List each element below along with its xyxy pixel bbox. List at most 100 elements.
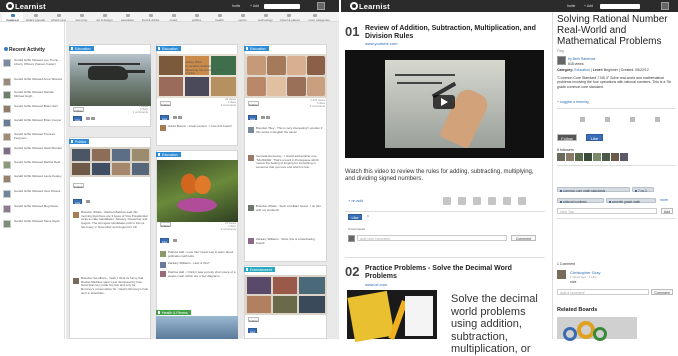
add-tag-button[interactable]: Add <box>661 208 673 214</box>
author-avatar[interactable] <box>557 56 566 65</box>
avatar[interactable] <box>611 153 619 161</box>
avatar[interactable] <box>593 153 601 161</box>
activity-item[interactable]: Gerald Griffe followed Vera Olivera <box>3 189 63 205</box>
search-input[interactable] <box>600 3 640 9</box>
tag-pill[interactable]: seventh grade math <box>606 198 656 204</box>
add-link[interactable]: + Add <box>250 4 259 8</box>
learnist-logo[interactable]: Learnist <box>6 2 46 11</box>
item-title[interactable]: Review of Addition, Subtraction, Multipl… <box>365 25 545 41</box>
follow-button[interactable]: Follow <box>160 222 171 228</box>
category-sports[interactable]: sports <box>232 13 253 22</box>
category-more[interactable]: more categories <box>304 13 334 22</box>
comment-input[interactable]: Add a comment <box>557 289 649 295</box>
facebook-icon[interactable] <box>178 115 182 119</box>
category-new[interactable]: what's new <box>48 13 69 22</box>
category-popular[interactable]: what's popular <box>25 13 46 22</box>
tag-pill[interactable]: common core math standards <box>557 187 630 193</box>
twitter-icon[interactable] <box>173 238 177 242</box>
category-politics[interactable]: politics <box>186 13 207 22</box>
category-tag[interactable]: Education <box>156 46 181 51</box>
facebook-icon[interactable] <box>91 116 95 120</box>
related-board-image[interactable] <box>557 317 637 341</box>
flag-link[interactable]: Flag <box>557 49 564 53</box>
invite-link[interactable]: Invite <box>567 4 575 8</box>
board-image[interactable] <box>157 160 238 222</box>
category-art-design[interactable]: art & design <box>94 13 115 22</box>
avatar[interactable] <box>566 153 574 161</box>
activity-item[interactable]: Gerald Griffe followed Steve Alyah <box>3 219 63 235</box>
invite-link[interactable]: Invite <box>232 4 240 8</box>
category-tag[interactable]: Health & Fitness <box>156 310 191 315</box>
google-plus-icon[interactable] <box>488 197 496 205</box>
comment-button[interactable]: Comment <box>651 289 673 295</box>
category-music[interactable]: music <box>163 13 184 22</box>
learnist-logo[interactable]: Learnist <box>350 2 390 11</box>
follow-button[interactable]: Follow <box>73 107 84 113</box>
follow-button[interactable]: Follow <box>160 101 171 107</box>
follow-button[interactable]: Follow <box>557 134 577 141</box>
item-source-link[interactable]: www.youtube.com <box>365 41 397 46</box>
category-technology[interactable]: technology <box>255 13 276 22</box>
avatar[interactable] <box>620 153 628 161</box>
avatar[interactable] <box>575 153 583 161</box>
twitter-icon[interactable] <box>261 115 265 119</box>
board-image-collage[interactable] <box>70 147 151 177</box>
comment-button[interactable]: Comment <box>511 235 536 241</box>
twitter-icon[interactable] <box>458 197 466 205</box>
search-input[interactable] <box>264 3 300 9</box>
link-icon[interactable] <box>503 197 511 205</box>
category-travel[interactable]: travel & places <box>278 13 302 22</box>
category-featured[interactable]: Featured <box>2 13 23 22</box>
like-button[interactable]: Like <box>73 116 82 122</box>
activity-item[interactable]: Gerald Griffe followed Lee Trump - Liber… <box>3 58 63 74</box>
board-card[interactable] <box>69 137 151 339</box>
category-tag[interactable]: Education <box>156 152 181 157</box>
board-image-collage[interactable] <box>245 54 327 98</box>
new-tag-input[interactable]: New Tag <box>557 208 657 214</box>
like-button[interactable]: Like <box>248 115 257 121</box>
item-image[interactable] <box>347 290 437 343</box>
twitter-icon[interactable] <box>173 115 177 119</box>
avatar[interactable] <box>584 153 592 161</box>
twitter-icon[interactable] <box>86 116 90 120</box>
comment-input[interactable]: Add your comment! <box>357 235 507 241</box>
like-button[interactable]: Like <box>160 238 169 244</box>
more-tags-link[interactable]: more <box>660 198 668 202</box>
facebook-icon[interactable] <box>266 115 270 119</box>
suggest-link[interactable]: + suggest a learning <box>557 100 589 104</box>
user-avatar[interactable] <box>317 2 325 10</box>
like-button[interactable]: Like <box>348 214 362 220</box>
avatar[interactable] <box>557 153 565 161</box>
category-food[interactable]: food & drinks <box>140 13 161 22</box>
follow-button[interactable]: Follow <box>248 101 259 107</box>
tag-pill[interactable]: rational numbers <box>557 198 604 204</box>
category-test-prep[interactable]: test prep <box>71 13 92 22</box>
category-health[interactable]: health <box>209 13 230 22</box>
like-button[interactable]: Like <box>73 199 82 205</box>
play-button[interactable] <box>433 95 455 109</box>
activity-item[interactable]: Gerald Griffe followed Meg Rowe <box>3 204 63 220</box>
like-button[interactable]: Like <box>586 134 603 141</box>
category-tag[interactable]: Education <box>244 46 269 51</box>
twitter-icon[interactable] <box>605 117 610 122</box>
facebook-icon[interactable] <box>580 117 585 122</box>
category-tag[interactable]: Education <box>69 46 94 51</box>
author-link[interactable]: by Beth Ratzenck <box>568 57 595 61</box>
category-education[interactable]: education <box>117 13 138 22</box>
email-icon[interactable] <box>630 117 635 122</box>
pinterest-icon[interactable] <box>473 197 481 205</box>
like-button[interactable]: Like <box>248 328 257 334</box>
item-title[interactable]: Practice Problems - Solve the Decimal Wo… <box>365 265 545 281</box>
category-tag[interactable]: Politics <box>69 139 90 144</box>
commenter-avatar[interactable] <box>557 270 566 279</box>
tag-pill[interactable]: 7.ns.3 <box>632 187 654 193</box>
follow-button[interactable]: Follow <box>248 317 259 323</box>
add-link[interactable]: + Add <box>584 4 593 8</box>
board-image[interactable] <box>70 54 151 106</box>
board-card[interactable] <box>244 44 327 262</box>
email-icon[interactable] <box>518 197 526 205</box>
twitter-icon[interactable] <box>86 199 90 203</box>
link-icon[interactable] <box>655 117 660 122</box>
like-button[interactable]: Like <box>160 115 169 121</box>
activity-item[interactable]: Gerald Griffe followed Laura Kealey <box>3 174 63 190</box>
